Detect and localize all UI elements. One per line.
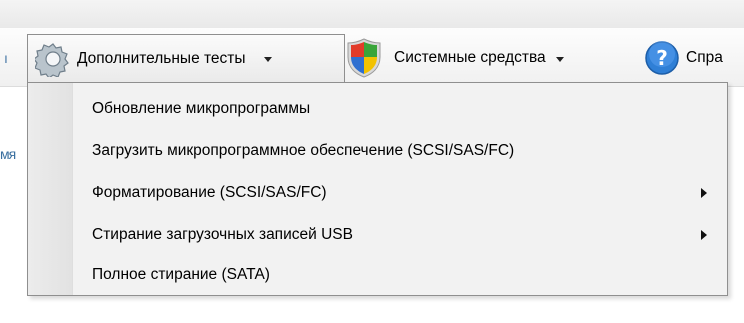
menu-item-label: Форматирование (SCSI/SAS/FC)	[92, 184, 327, 201]
menu-item-label: Стирание загрузочных записей USB	[92, 226, 353, 243]
advanced-tests-label: Дополнительные тесты	[77, 49, 246, 67]
help-label: Спра	[686, 49, 723, 66]
chevron-down-icon	[555, 56, 564, 62]
gear-icon	[35, 41, 71, 77]
menu-item-label: Обновление микропрограммы	[92, 100, 311, 117]
help-icon: ?	[644, 40, 680, 76]
menu-item-full-erase[interactable]: Полное стирание (SATA)	[28, 255, 727, 295]
advanced-tests-dropdown: Обновление микропрограммы Загрузить микр…	[27, 82, 728, 296]
menu-item-label: Загрузить микропрограммное обеспечение (…	[92, 142, 515, 159]
system-tools-label: Системные средства	[394, 49, 546, 66]
advanced-tests-menu-button[interactable]: Дополнительные тесты	[27, 34, 345, 82]
help-menu-button[interactable]: ? Спра	[644, 34, 744, 82]
menu-item-label: Полное стирание (SATA)	[92, 266, 270, 283]
menu-item-usb-boot-erase[interactable]: Стирание загрузочных записей USB	[28, 215, 727, 255]
submenu-arrow-icon	[701, 230, 707, 240]
shield-icon	[346, 37, 382, 79]
left-edge-text-fragment: мя	[0, 146, 16, 162]
submenu-arrow-icon	[701, 188, 707, 198]
window-top-band	[0, 0, 744, 29]
menu-item-download-firmware[interactable]: Загрузить микропрограммное обеспечение (…	[28, 131, 727, 171]
menu-item-firmware-update[interactable]: Обновление микропрограммы	[28, 89, 727, 129]
system-tools-menu-button[interactable]: Системные средства	[346, 34, 642, 82]
left-edge-fragment: ı	[4, 50, 8, 66]
chevron-down-icon	[263, 57, 272, 62]
menu-item-format[interactable]: Форматирование (SCSI/SAS/FC)	[28, 173, 727, 213]
svg-text:?: ?	[656, 46, 668, 70]
